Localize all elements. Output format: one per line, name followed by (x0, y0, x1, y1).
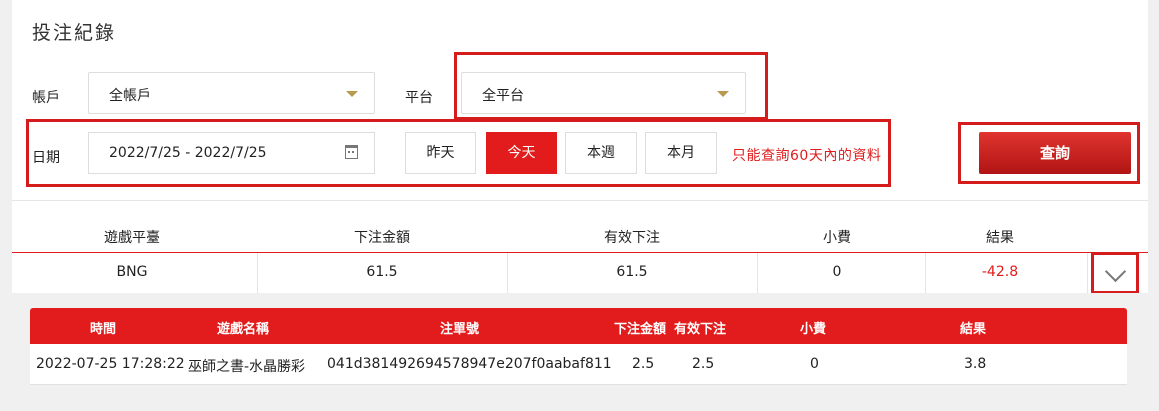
detail-header-game-name: 遊戲名稱 (217, 322, 270, 337)
highlight-box-platform (454, 52, 768, 120)
account-select-value: 全帳戶 (109, 88, 151, 104)
detail-header-tip: 小費 (800, 322, 827, 337)
summary-header-underline (12, 252, 1148, 253)
highlight-box-expand (1091, 252, 1139, 294)
column-divider (925, 253, 926, 293)
detail-cell-bet-number: 041d381492694578947e207f0aabaf811 (327, 356, 612, 372)
summary-header-platform: 遊戲平臺 (104, 230, 160, 246)
detail-header-time: 時間 (90, 322, 117, 337)
detail-cell-valid-bet: 2.5 (692, 356, 715, 372)
summary-header-result: 結果 (986, 230, 1014, 246)
detail-cell-result: 3.8 (964, 356, 987, 372)
detail-header-bet-number: 注單號 (440, 322, 480, 337)
summary-cell-bet-amount: 61.5 (366, 264, 398, 280)
summary-header-tip: 小費 (823, 230, 851, 246)
dropdown-caret-icon (346, 91, 358, 97)
platform-label: 平台 (405, 90, 433, 106)
summary-header-valid-bet: 有效下注 (604, 230, 660, 246)
detail-cell-game-name: 巫師之書-水晶勝彩 (188, 359, 306, 375)
summary-cell-platform: BNG (116, 264, 148, 280)
account-label: 帳戶 (32, 90, 60, 106)
detail-header-valid-bet: 有效下注 (674, 322, 727, 337)
detail-section: 時間 遊戲名稱 注單號 下注金額 有效下注 小費 結果 2022-07-25 1… (12, 293, 1148, 411)
column-divider (257, 253, 258, 293)
column-divider (507, 253, 508, 293)
detail-header-result: 結果 (960, 322, 987, 337)
detail-cell-tip: 0 (810, 356, 819, 372)
summary-cell-valid-bet: 61.5 (616, 264, 648, 280)
column-divider (757, 253, 758, 293)
summary-header-bet-amount: 下注金額 (354, 230, 410, 246)
page-title: 投注紀錄 (32, 22, 117, 44)
summary-cell-result: -42.8 (981, 264, 1019, 280)
account-select[interactable]: 全帳戶 (88, 72, 375, 114)
highlight-box-date (26, 119, 891, 187)
detail-header-bet-amount: 下注金額 (614, 322, 667, 337)
bet-record-panel: 投注紀錄 帳戶 全帳戶 平台 全平台 日期 2022/7/25 - 2022/7… (12, 0, 1148, 411)
detail-table-header: 時間 遊戲名稱 注單號 下注金額 有效下注 小費 結果 (30, 308, 1127, 344)
detail-table-row: 2022-07-25 17:28:22 巫師之書-水晶勝彩 041d381492… (30, 344, 1127, 385)
column-divider (1087, 253, 1088, 293)
highlight-box-query (958, 122, 1140, 184)
summary-cell-tip: 0 (832, 264, 842, 280)
divider (12, 200, 1148, 201)
detail-cell-bet-amount: 2.5 (632, 356, 655, 372)
detail-cell-time: 2022-07-25 17:28:22 (36, 356, 185, 372)
